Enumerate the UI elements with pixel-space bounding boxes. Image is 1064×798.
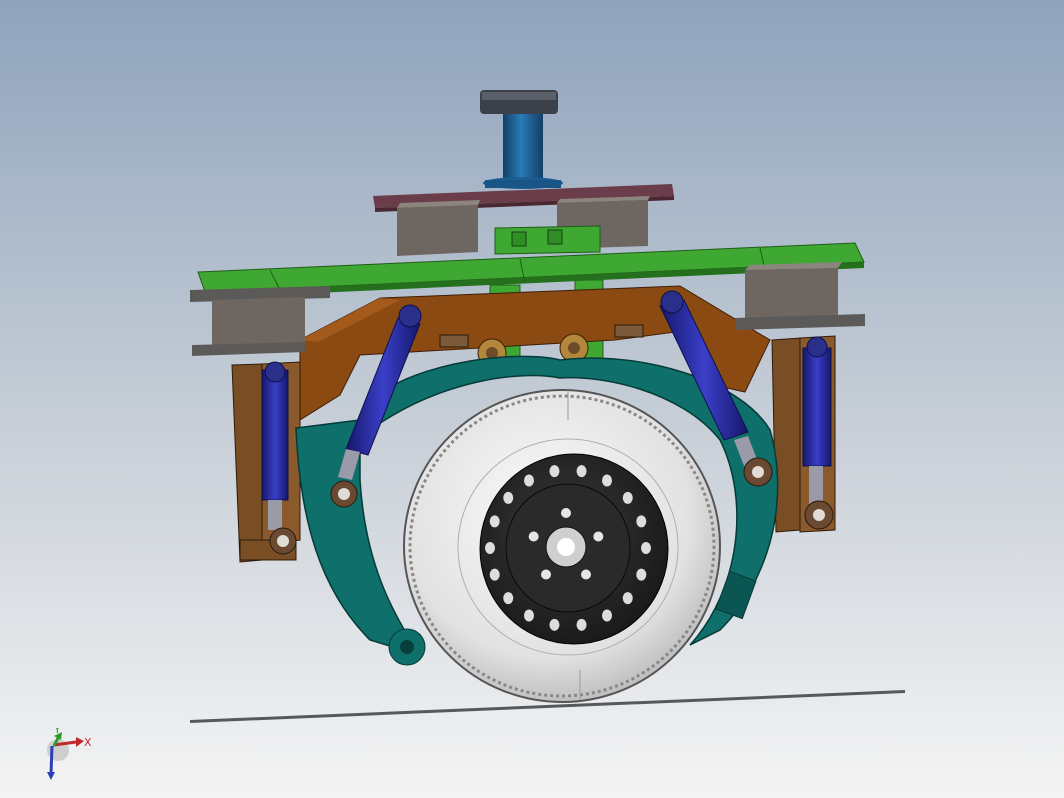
rim-vent-hole: [622, 592, 633, 605]
coordinate-triad[interactable]: X Y: [38, 723, 98, 788]
rim-vent-hole: [636, 515, 647, 528]
y-axis-label: Y: [53, 728, 61, 736]
rim-vent-hole: [636, 568, 647, 581]
wheel-rim[interactable]: [479, 453, 669, 645]
lug-hole: [593, 531, 604, 542]
rim-vent-hole: [622, 491, 633, 504]
rim-vent-hole: [485, 542, 495, 554]
rim-vent-hole: [524, 474, 534, 487]
rim-vent-hole: [503, 491, 514, 504]
rim-vent-hole: [641, 542, 651, 554]
rim-vent-hole: [503, 592, 514, 605]
rim-vent-hole: [576, 618, 587, 631]
rim-vent-hole: [549, 465, 560, 478]
cad-model-canvas[interactable]: [0, 0, 1064, 798]
lug-hole: [580, 569, 591, 580]
rim-vent-hole: [602, 474, 612, 487]
rim-vent-hole: [576, 465, 587, 478]
lug-hole: [528, 531, 539, 542]
rim-vent-hole: [602, 609, 612, 622]
lug-hole: [561, 508, 571, 518]
x-axis-label: X: [84, 736, 92, 749]
rim-vent-hole: [549, 618, 560, 631]
rim-vent-hole: [489, 515, 500, 528]
lug-hole: [541, 569, 552, 580]
cad-viewport[interactable]: X Y: [0, 0, 1064, 798]
rim-vent-hole: [489, 568, 500, 581]
rim-vent-hole: [524, 609, 534, 622]
